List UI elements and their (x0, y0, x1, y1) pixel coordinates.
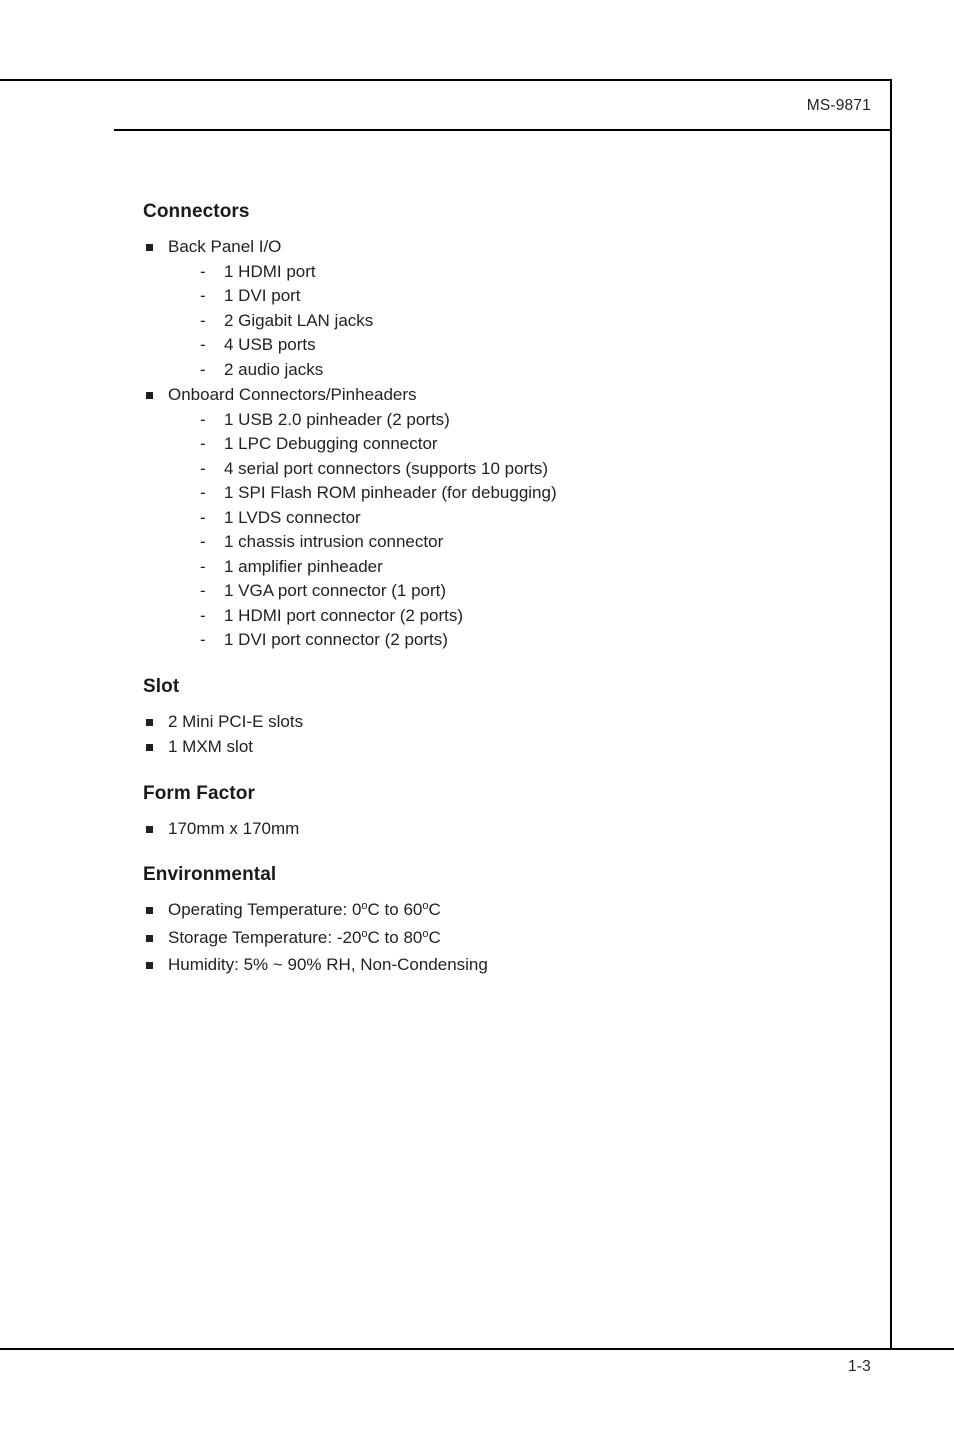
dash-bullet-icon: - (200, 483, 206, 502)
list-item-label: 1 VGA port connector (1 port) (224, 581, 447, 600)
list-item: - 1 VGA port connector (1 port) (168, 579, 863, 604)
list-item-label: 1 LPC Debugging connector (224, 434, 438, 453)
list-item: 170mm x 170mm (143, 817, 863, 842)
list-item: 2 Mini PCI-E slots (143, 710, 863, 735)
dash-bullet-icon: - (200, 434, 206, 453)
section-heading-slot: Slot (143, 675, 180, 697)
header-bottom-rule (114, 129, 891, 131)
onboard-connectors-sublist: - 1 USB 2.0 pinheader (2 ports) - 1 LPC … (168, 408, 863, 653)
section-heading-connectors: Connectors (143, 201, 250, 222)
dash-bullet-icon: - (200, 630, 206, 649)
list-item: - 1 SPI Flash ROM pinheader (for debuggi… (168, 481, 863, 506)
bullet-onboard-connectors: Onboard Connectors/Pinheaders - 1 USB 2.… (143, 383, 863, 653)
form-factor-bullet-list: 170mm x 170mm (143, 817, 863, 842)
list-item: Storage Temperature: -20oC to 80oC (143, 926, 863, 953)
bullet-back-panel-io: Back Panel I/O - 1 HDMI port - 1 DVI por… (143, 235, 863, 382)
list-item-label: 1 DVI port connector (2 ports) (224, 630, 448, 649)
square-bullet-icon (146, 825, 153, 833)
list-item: - 1 DVI port connector (2 ports) (168, 628, 863, 653)
page-header-model: MS-9871 (806, 97, 871, 114)
list-item: - 4 USB ports (168, 333, 863, 358)
square-bullet-icon (146, 718, 153, 726)
list-item: - 1 HDMI port connector (2 ports) (168, 604, 863, 629)
dash-bullet-icon: - (200, 458, 206, 478)
degree-symbol: o (361, 927, 368, 940)
list-item: - 1 USB 2.0 pinheader (2 ports) (168, 408, 863, 433)
bullet-label: Onboard Connectors/Pinheaders (168, 385, 417, 404)
square-bullet-icon (146, 962, 153, 969)
list-item: - 1 LPC Debugging connector (168, 432, 863, 457)
section-connectors: Connectors Back Panel I/O - 1 HDMI port … (143, 200, 863, 653)
list-item-label: 170mm x 170mm (168, 818, 300, 838)
dash-bullet-icon: - (200, 556, 206, 576)
list-item: - 1 chassis intrusion connector (168, 530, 863, 555)
list-item-label: 1 USB 2.0 pinheader (2 ports) (224, 409, 450, 429)
section-slot: Slot 2 Mini PCI-E slots 1 MXM slot (143, 675, 863, 760)
footer-rule (0, 1348, 954, 1350)
list-item-label: 1 amplifier pinheader (224, 556, 383, 576)
list-item-label: 1 MXM slot (168, 737, 254, 756)
degree-symbol: o (361, 900, 368, 912)
page-content: Connectors Back Panel I/O - 1 HDMI port … (143, 200, 863, 978)
section-heading-environmental: Environmental (143, 864, 277, 885)
connectors-bullet-list: Back Panel I/O - 1 HDMI port - 1 DVI por… (143, 235, 863, 653)
list-item: - 2 audio jacks (168, 358, 863, 383)
back-panel-io-sublist: - 1 HDMI port - 1 DVI port - 2 Gigabit L… (168, 260, 863, 383)
list-item-label: 1 HDMI port connector (2 ports) (224, 605, 464, 625)
dash-bullet-icon: - (200, 310, 206, 330)
square-bullet-icon (146, 244, 153, 251)
dash-bullet-icon: - (200, 335, 206, 354)
dash-bullet-icon: - (200, 359, 206, 379)
operating-temperature-label: Operating Temperature: 0oC to 60oC (168, 900, 441, 919)
list-item: - 2 Gigabit LAN jacks (168, 309, 863, 334)
list-item: - 1 HDMI port (168, 260, 863, 285)
list-item-label: 1 chassis intrusion connector (224, 532, 444, 551)
square-bullet-icon (146, 744, 153, 751)
list-item-label: 2 audio jacks (224, 359, 324, 379)
slot-bullet-list: 2 Mini PCI-E slots 1 MXM slot (143, 710, 863, 760)
square-bullet-icon (146, 907, 153, 914)
section-heading-form-factor: Form Factor (143, 782, 255, 804)
list-item: 1 MXM slot (143, 735, 863, 760)
humidity-label: Humidity: 5% ~ 90% RH, Non-Condensing (168, 955, 488, 974)
square-bullet-icon (146, 934, 153, 942)
section-form-factor: Form Factor 170mm x 170mm (143, 782, 863, 842)
degree-symbol: o (422, 900, 429, 912)
list-item-label: 4 USB ports (224, 335, 316, 354)
dash-bullet-icon: - (200, 409, 206, 429)
list-item-label: 1 DVI port (224, 286, 301, 305)
bullet-label: Back Panel I/O (168, 237, 282, 256)
list-item: Operating Temperature: 0oC to 60oC (143, 898, 863, 925)
dash-bullet-icon: - (200, 507, 206, 527)
page-right-vertical-rule (890, 79, 892, 1350)
degree-symbol: o (422, 927, 429, 940)
list-item: Humidity: 5% ~ 90% RH, Non-Condensing (143, 953, 863, 978)
list-item-label: 4 serial port connectors (supports 10 po… (224, 458, 549, 478)
dash-bullet-icon: - (200, 605, 206, 625)
list-item-label: 2 Gigabit LAN jacks (224, 310, 374, 330)
square-bullet-icon (146, 392, 153, 399)
environmental-bullet-list: Operating Temperature: 0oC to 60oC Stora… (143, 898, 863, 978)
list-item: - 1 LVDS connector (168, 506, 863, 531)
page-footer-number: 1-3 (847, 1358, 871, 1375)
dash-bullet-icon: - (200, 532, 206, 551)
list-item: - 1 DVI port (168, 284, 863, 309)
list-item-label: 2 Mini PCI-E slots (168, 711, 304, 731)
dash-bullet-icon: - (200, 286, 206, 305)
list-item-label: 1 HDMI port (224, 261, 316, 281)
list-item: - 4 serial port connectors (supports 10 … (168, 457, 863, 482)
header-top-rule (0, 79, 891, 81)
list-item-label: 1 LVDS connector (224, 507, 361, 527)
list-item-label: 1 SPI Flash ROM pinheader (for debugging… (224, 483, 557, 502)
section-environmental: Environmental Operating Temperature: 0oC… (143, 863, 863, 978)
storage-temperature-label: Storage Temperature: -20oC to 80oC (168, 927, 441, 947)
dash-bullet-icon: - (200, 261, 206, 281)
dash-bullet-icon: - (200, 581, 206, 600)
list-item: - 1 amplifier pinheader (168, 555, 863, 580)
